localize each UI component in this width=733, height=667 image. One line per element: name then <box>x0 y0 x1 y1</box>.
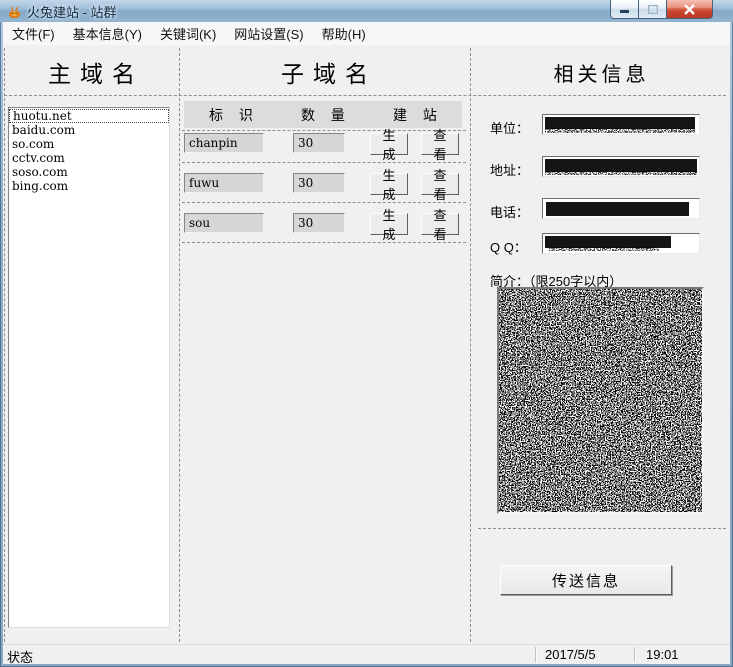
redacted-text <box>545 171 697 175</box>
redacted-text <box>549 247 659 251</box>
view-button[interactable]: 查看 <box>421 173 459 195</box>
menu-help[interactable]: 帮助(H) <box>313 21 375 46</box>
list-item[interactable]: baidu.com <box>9 123 169 137</box>
divider <box>182 242 466 243</box>
status-date: 2017/5/5 <box>545 647 596 662</box>
address-label: 地址： <box>490 160 529 179</box>
column-header-id: 标 识 <box>184 105 278 125</box>
subdomain-count-input[interactable] <box>293 213 345 233</box>
list-item[interactable]: cctv.com <box>9 151 169 165</box>
phone-label: 电话： <box>490 202 529 221</box>
subdomain-column-headers: 标 识 数 量 建 站 <box>184 101 462 128</box>
divider <box>182 162 466 163</box>
main-domain-title: 主域名 <box>4 55 179 89</box>
menu-file[interactable]: 文件(F) <box>3 21 64 46</box>
maximize-icon <box>648 5 658 14</box>
list-item[interactable]: so.com <box>9 137 169 151</box>
divider <box>179 48 180 642</box>
menu-keywords[interactable]: 关键词(K) <box>151 21 225 46</box>
sub-domain-title: 子域名 <box>179 55 470 89</box>
divider <box>470 48 471 642</box>
subdomain-id-input[interactable] <box>184 173 264 193</box>
app-icon <box>7 4 22 19</box>
status-text: 状态 <box>7 647 33 666</box>
generate-button[interactable]: 生成 <box>370 173 408 195</box>
view-button[interactable]: 查看 <box>421 133 459 155</box>
menu-basic-info[interactable]: 基本信息(Y) <box>64 21 151 46</box>
divider <box>182 202 466 203</box>
list-item[interactable]: huotu.net <box>9 109 169 123</box>
subdomain-id-input[interactable] <box>184 213 264 233</box>
address-field[interactable] <box>542 156 700 177</box>
redacted-text <box>545 128 695 133</box>
qq-field[interactable] <box>542 233 700 254</box>
phone-field[interactable] <box>542 198 700 219</box>
generate-button[interactable]: 生成 <box>370 133 408 155</box>
info-title: 相关信息 <box>470 55 729 89</box>
intro-textarea[interactable] <box>497 287 704 514</box>
unit-label: 单位： <box>490 118 529 137</box>
window-title: 火兔建站 - 站群 <box>27 2 117 21</box>
column-header-build: 建 站 <box>368 105 462 125</box>
qq-label: Q Q： <box>490 237 527 256</box>
status-time: 19:01 <box>646 647 679 662</box>
divider <box>4 48 5 642</box>
client-area: 主域名 子域名 相关信息 huotu.net baidu.com so.com … <box>3 45 730 645</box>
caption-buttons <box>610 0 713 19</box>
minimize-button[interactable] <box>610 0 639 19</box>
list-item[interactable]: soso.com <box>9 165 169 179</box>
app-window: 火兔建站 - 站群 文件(F) 基本信息(Y) 关键词(K) 网站设置 <box>0 0 733 667</box>
status-bar: 状态 2017/5/5 19:01 <box>3 644 730 664</box>
subdomain-count-input[interactable] <box>293 173 345 193</box>
divider <box>182 130 466 131</box>
subdomain-id-input[interactable] <box>184 133 264 153</box>
menu-bar: 文件(F) 基本信息(Y) 关键词(K) 网站设置(S) 帮助(H) <box>3 22 730 46</box>
unit-field[interactable] <box>542 114 700 135</box>
divider <box>535 647 537 662</box>
send-info-button[interactable]: 传送信息 <box>500 565 672 595</box>
minimize-icon <box>620 5 630 14</box>
close-icon <box>684 4 695 15</box>
divider <box>4 95 726 96</box>
list-item[interactable]: bing.com <box>9 179 169 193</box>
subdomain-count-input[interactable] <box>293 133 345 153</box>
title-bar[interactable]: 火兔建站 - 站群 <box>0 0 733 22</box>
main-domain-listbox[interactable]: huotu.net baidu.com so.com cctv.com soso… <box>8 107 170 628</box>
column-header-count: 数 量 <box>278 105 368 125</box>
view-button[interactable]: 查看 <box>421 213 459 235</box>
redacted-noise <box>499 289 702 512</box>
close-button[interactable] <box>666 0 713 19</box>
menu-site-settings[interactable]: 网站设置(S) <box>225 21 312 46</box>
divider <box>478 528 726 529</box>
maximize-button[interactable] <box>639 0 666 19</box>
generate-button[interactable]: 生成 <box>370 213 408 235</box>
divider <box>634 647 636 662</box>
